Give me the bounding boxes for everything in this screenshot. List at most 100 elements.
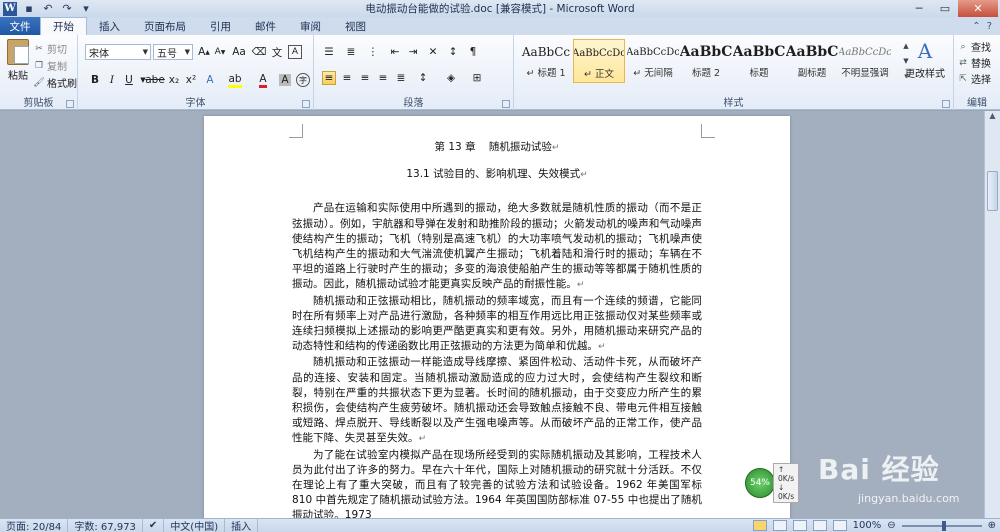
- paragraph-launcher[interactable]: [502, 100, 510, 108]
- vertical-scrollbar[interactable]: ▲: [984, 111, 1000, 518]
- tab-view[interactable]: 视图: [333, 17, 378, 35]
- minimize-ribbon-icon[interactable]: ⌃: [972, 21, 980, 32]
- replace-button[interactable]: ⇄ 替换: [958, 55, 991, 71]
- format-painter-button[interactable]: 🖌 格式刷: [33, 75, 77, 91]
- clear-formatting-icon[interactable]: ⌫: [252, 45, 267, 59]
- tab-home[interactable]: 开始: [40, 17, 87, 35]
- borders-icon[interactable]: ⊞: [470, 71, 484, 85]
- tab-page-layout[interactable]: 页面布局: [132, 17, 198, 35]
- scroll-thumb[interactable]: [987, 171, 998, 211]
- change-styles-button[interactable]: A 更改样式: [905, 39, 945, 80]
- tab-file[interactable]: 文件: [0, 17, 40, 35]
- paragraph: 产品在运输和实际使用中所遇到的振动，绝大多数就是随机性质的振动（而不是正弦振动）…: [292, 201, 702, 293]
- tab-references[interactable]: 引用: [198, 17, 243, 35]
- font-color-icon[interactable]: A: [256, 73, 270, 88]
- document-area[interactable]: 第 13 章 随机振动试验↵ 13.1 试验目的、影响机理、失效模式↵ 产品在运…: [0, 111, 1000, 518]
- print-layout-view-button[interactable]: [752, 520, 767, 531]
- align-right-icon[interactable]: ≡: [358, 71, 372, 85]
- justify-icon[interactable]: ≡: [376, 71, 390, 85]
- proofing-icon[interactable]: ✔: [143, 518, 165, 532]
- customize-icon[interactable]: ▾: [79, 2, 93, 16]
- document-page[interactable]: 第 13 章 随机振动试验↵ 13.1 试验目的、影响机理、失效模式↵ 产品在运…: [204, 116, 790, 518]
- sort-icon[interactable]: ↕: [446, 45, 460, 59]
- style-subtitle[interactable]: AaBbC 副标题: [786, 39, 838, 83]
- line-spacing-icon[interactable]: ↕: [416, 71, 430, 85]
- clipboard-launcher[interactable]: [66, 100, 74, 108]
- style-heading-2[interactable]: AaBbC 标题 2: [680, 39, 732, 83]
- tab-review[interactable]: 审阅: [288, 17, 333, 35]
- italic-icon[interactable]: I: [105, 73, 119, 87]
- strikethrough-icon[interactable]: abe: [145, 73, 165, 87]
- word-icon[interactable]: W: [3, 1, 17, 16]
- paragraph-mark: ↵: [576, 280, 585, 291]
- cut-button[interactable]: ✂ 剪切: [34, 41, 67, 57]
- page-count[interactable]: 页面: 20/84: [0, 518, 69, 532]
- paste-button[interactable]: 粘贴: [4, 39, 32, 82]
- decrease-indent-icon[interactable]: ⇤: [388, 45, 402, 59]
- copy-button[interactable]: ❐ 复制: [34, 58, 67, 74]
- language-indicator[interactable]: 中文(中国): [164, 518, 226, 532]
- style-subtle-emphasis[interactable]: AaBbCcDc 不明显强调: [839, 39, 891, 83]
- cut-label: 剪切: [47, 45, 67, 56]
- character-shading-icon[interactable]: A: [278, 73, 292, 87]
- bold-icon[interactable]: B: [88, 73, 102, 87]
- shrink-font-icon[interactable]: A ▼: [213, 45, 227, 59]
- style-heading-1[interactable]: AaBbCc ↵ 标题 1: [520, 39, 572, 83]
- status-bar: 页面: 20/84 字数: 67,973 ✔ 中文(中国) 插入 100% ⊖ …: [0, 518, 1000, 532]
- style-title[interactable]: AaBbC 标题: [733, 39, 785, 83]
- shading-icon[interactable]: ◈: [444, 71, 458, 85]
- underline-icon[interactable]: U: [122, 73, 136, 87]
- increase-indent-icon[interactable]: ⇥: [406, 45, 420, 59]
- tab-mailings[interactable]: 邮件: [243, 17, 288, 35]
- chinese-layout-icon[interactable]: ✕: [426, 45, 440, 59]
- scroll-up-icon[interactable]: ▲: [985, 111, 1000, 125]
- undo-icon[interactable]: ↶: [41, 2, 55, 16]
- style-normal[interactable]: AaBbCcDc ↵ 正文: [573, 39, 625, 83]
- word-count[interactable]: 字数: 67,973: [68, 518, 143, 532]
- redo-icon[interactable]: ↷: [60, 2, 74, 16]
- style-sample: AaBbCcDc: [574, 47, 624, 59]
- style-no-spacing[interactable]: AaBbCcDc ↵ 无间隔: [627, 39, 679, 83]
- close-button[interactable]: ✕: [958, 0, 998, 17]
- zoom-level[interactable]: 100%: [853, 520, 882, 531]
- web-layout-view-button[interactable]: [792, 520, 807, 531]
- zoom-slider[interactable]: [901, 520, 982, 531]
- save-icon[interactable]: ▪: [22, 2, 36, 16]
- tab-insert[interactable]: 插入: [87, 17, 132, 35]
- network-meter-widget[interactable]: 54% ↑ 0K/s ↓ 0K/s: [745, 463, 800, 503]
- grow-font-icon[interactable]: A ▲: [197, 45, 211, 59]
- find-button[interactable]: ⌕ 查找: [958, 39, 991, 55]
- bullets-icon[interactable]: ☰: [322, 45, 336, 59]
- multilevel-list-icon[interactable]: ⋮: [366, 45, 380, 59]
- document-body[interactable]: 第 13 章 随机振动试验↵ 13.1 试验目的、影响机理、失效模式↵ 产品在运…: [292, 140, 702, 518]
- full-screen-reading-view-button[interactable]: [772, 520, 787, 531]
- enclose-characters-icon[interactable]: 字: [296, 73, 310, 87]
- font-size-select[interactable]: 五号 ▼: [153, 44, 193, 60]
- minimize-button[interactable]: ─: [906, 0, 932, 17]
- outline-view-button[interactable]: [812, 520, 827, 531]
- character-border-icon[interactable]: A: [288, 45, 302, 59]
- align-center-icon[interactable]: ≡: [340, 71, 354, 85]
- show-marks-icon[interactable]: ¶: [466, 45, 480, 59]
- font-launcher[interactable]: [302, 100, 310, 108]
- insert-mode[interactable]: 插入: [225, 518, 259, 532]
- paragraph: 随机振动和正弦振动一样能造成导线摩擦、紧固件松动、活动件卡死，从而破坏产品的连接…: [292, 355, 702, 447]
- styles-launcher[interactable]: [942, 100, 950, 108]
- distribute-icon[interactable]: ≣: [394, 71, 408, 85]
- superscript-icon[interactable]: x²: [184, 73, 198, 87]
- highlight-icon[interactable]: ab: [228, 73, 242, 88]
- numbering-icon[interactable]: ≣: [344, 45, 358, 59]
- zoom-in-icon[interactable]: ⊕: [988, 520, 996, 531]
- zoom-out-icon[interactable]: ⊖: [887, 520, 895, 531]
- change-case-icon[interactable]: Aa: [232, 45, 246, 59]
- draft-view-button[interactable]: [832, 520, 847, 531]
- select-button[interactable]: ⇱ 选择: [958, 71, 991, 87]
- style-sample: AaBbC: [733, 44, 785, 60]
- phonetic-guide-icon[interactable]: 文: [270, 45, 284, 59]
- help-icon[interactable]: ?: [987, 21, 992, 32]
- align-left-icon[interactable]: ≡: [322, 71, 336, 85]
- font-name-select[interactable]: 宋体 ▼: [85, 44, 151, 60]
- subscript-icon[interactable]: x₂: [167, 73, 181, 87]
- maximize-button[interactable]: ▭: [932, 0, 958, 17]
- text-effects-icon[interactable]: A: [203, 73, 217, 87]
